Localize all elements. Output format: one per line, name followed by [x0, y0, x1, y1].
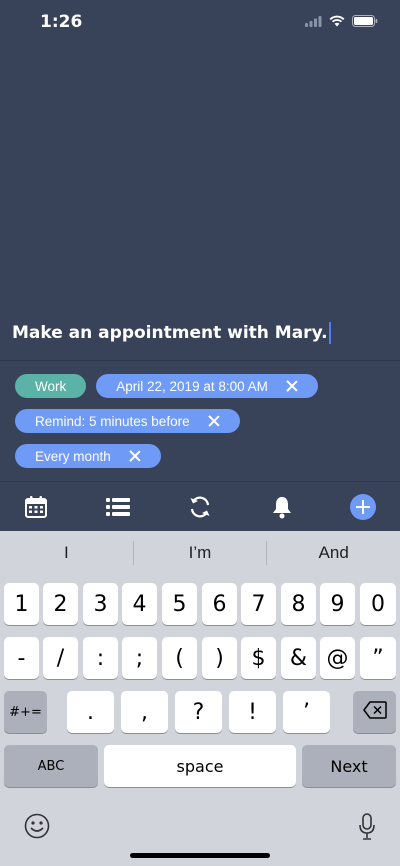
repeat-icon[interactable] — [187, 494, 213, 520]
key-dash[interactable]: - — [4, 637, 39, 679]
status-icons — [305, 14, 378, 32]
remove-reminder-icon[interactable] — [208, 415, 220, 427]
key-semicolon[interactable]: ; — [122, 637, 157, 679]
key-exclamation[interactable]: ! — [229, 691, 276, 733]
text-cursor — [328, 322, 331, 344]
key-8[interactable]: 8 — [281, 583, 316, 625]
key-period[interactable]: . — [67, 691, 114, 733]
task-title-input[interactable]: Make an appointment with Mary. — [12, 322, 331, 344]
key-question[interactable]: ? — [175, 691, 222, 733]
remove-repeat-icon[interactable] — [129, 450, 141, 462]
suggestion-2[interactable]: I’m — [134, 543, 267, 563]
key-ampersand[interactable]: & — [281, 637, 316, 679]
reminder-tag[interactable]: Remind: 5 minutes before — [15, 409, 240, 433]
add-icon[interactable] — [350, 494, 376, 520]
task-title-text: Make an appointment with Mary. — [12, 323, 328, 343]
backspace-key[interactable] — [353, 691, 396, 733]
key-2[interactable]: 2 — [43, 583, 78, 625]
key-quote[interactable]: ” — [360, 637, 396, 679]
repeat-tag-label: Every month — [35, 448, 111, 464]
key-6[interactable]: 6 — [202, 583, 237, 625]
signal-icon — [305, 14, 322, 32]
wifi-icon — [329, 14, 345, 32]
key-5[interactable]: 5 — [162, 583, 197, 625]
category-tag[interactable]: Work — [15, 374, 87, 398]
suggestion-1[interactable]: I — [0, 543, 133, 563]
backspace-icon — [362, 700, 387, 725]
key-colon[interactable]: : — [83, 637, 118, 679]
next-key[interactable]: Next — [302, 745, 396, 787]
symbols-key[interactable]: #+= — [4, 691, 47, 733]
suggestion-bar: I I’m And — [0, 531, 400, 575]
key-at[interactable]: @ — [320, 637, 355, 679]
key-close-paren[interactable]: ) — [202, 637, 237, 679]
microphone-icon[interactable] — [358, 813, 376, 846]
key-1[interactable]: 1 — [4, 583, 39, 625]
status-bar: 1:26 — [0, 0, 400, 44]
keyboard: I I’m And 1 2 3 4 5 6 7 8 9 0 - / : ; ( … — [0, 531, 400, 866]
list-icon[interactable] — [105, 494, 131, 520]
space-key[interactable]: space — [104, 745, 296, 787]
key-7[interactable]: 7 — [241, 583, 276, 625]
status-time: 1:26 — [40, 12, 83, 32]
key-0[interactable]: 0 — [360, 583, 396, 625]
category-tag-label: Work — [35, 378, 67, 394]
key-open-paren[interactable]: ( — [162, 637, 197, 679]
key-comma[interactable]: , — [121, 691, 168, 733]
calendar-icon[interactable] — [23, 494, 49, 520]
divider — [0, 360, 400, 361]
task-tags: Work April 22, 2019 at 8:00 AM Remind: 5… — [15, 374, 395, 479]
battery-icon — [352, 14, 378, 32]
emoji-icon[interactable] — [24, 813, 50, 844]
key-3[interactable]: 3 — [83, 583, 118, 625]
home-indicator — [130, 853, 270, 858]
due-date-tag-label: April 22, 2019 at 8:00 AM — [116, 378, 268, 394]
key-4[interactable]: 4 — [122, 583, 157, 625]
key-slash[interactable]: / — [43, 637, 78, 679]
key-apostrophe[interactable]: ’ — [283, 691, 330, 733]
reminder-tag-label: Remind: 5 minutes before — [35, 413, 190, 429]
suggestion-3[interactable]: And — [267, 543, 400, 563]
due-date-tag[interactable]: April 22, 2019 at 8:00 AM — [96, 374, 318, 398]
repeat-tag[interactable]: Every month — [15, 444, 161, 468]
abc-key[interactable]: ABC — [4, 745, 98, 787]
key-dollar[interactable]: $ — [241, 637, 276, 679]
bell-icon[interactable] — [269, 494, 295, 520]
task-toolbar — [0, 482, 400, 531]
remove-date-icon[interactable] — [286, 380, 298, 392]
key-9[interactable]: 9 — [320, 583, 355, 625]
